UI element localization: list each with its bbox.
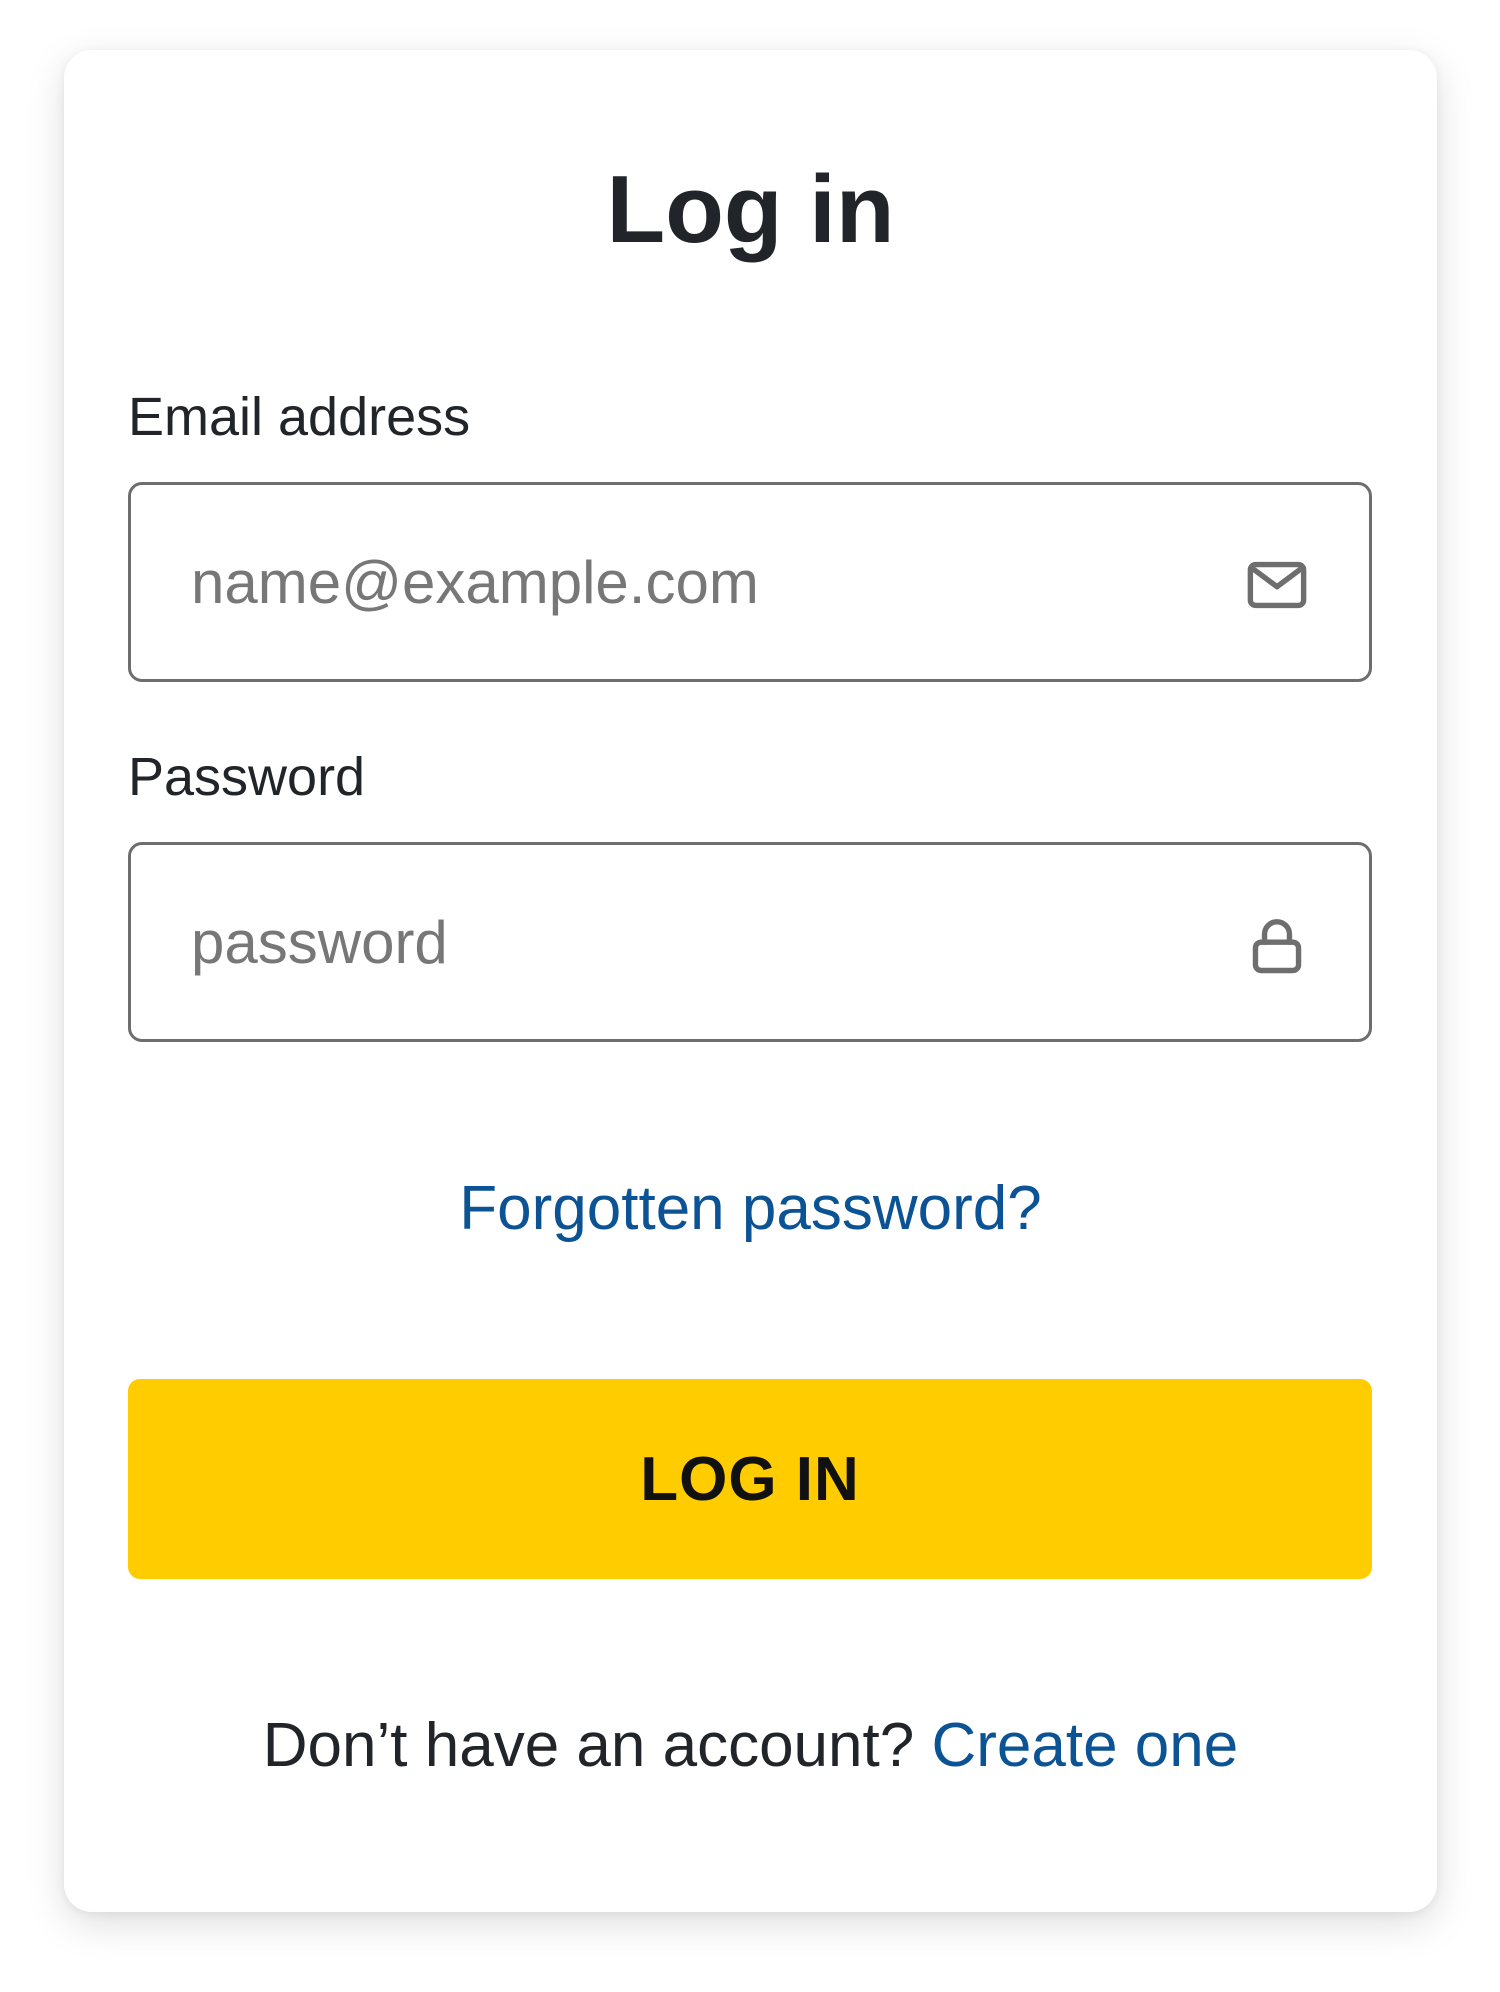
page-title: Log in [606,156,895,263]
email-label: Email address [128,387,471,447]
create-account-link[interactable]: Create one [931,1711,1238,1780]
login-card: Log in Email address Password Forgotten … [64,50,1437,1912]
login-button[interactable]: LOG IN [128,1379,1372,1579]
password-field-container[interactable] [128,842,1372,1042]
password-field[interactable] [191,845,1191,1039]
signup-prompt-text: Don’t have an account? [262,1711,915,1780]
mail-icon [1247,561,1307,609]
email-field[interactable] [191,485,1191,679]
email-field-container[interactable] [128,482,1372,682]
forgot-password-link[interactable]: Forgotten password? [64,1178,1437,1240]
lock-icon [1252,919,1302,974]
signup-prompt-line: Don’t have an account? Create one [64,1715,1437,1777]
password-label: Password [128,747,366,807]
